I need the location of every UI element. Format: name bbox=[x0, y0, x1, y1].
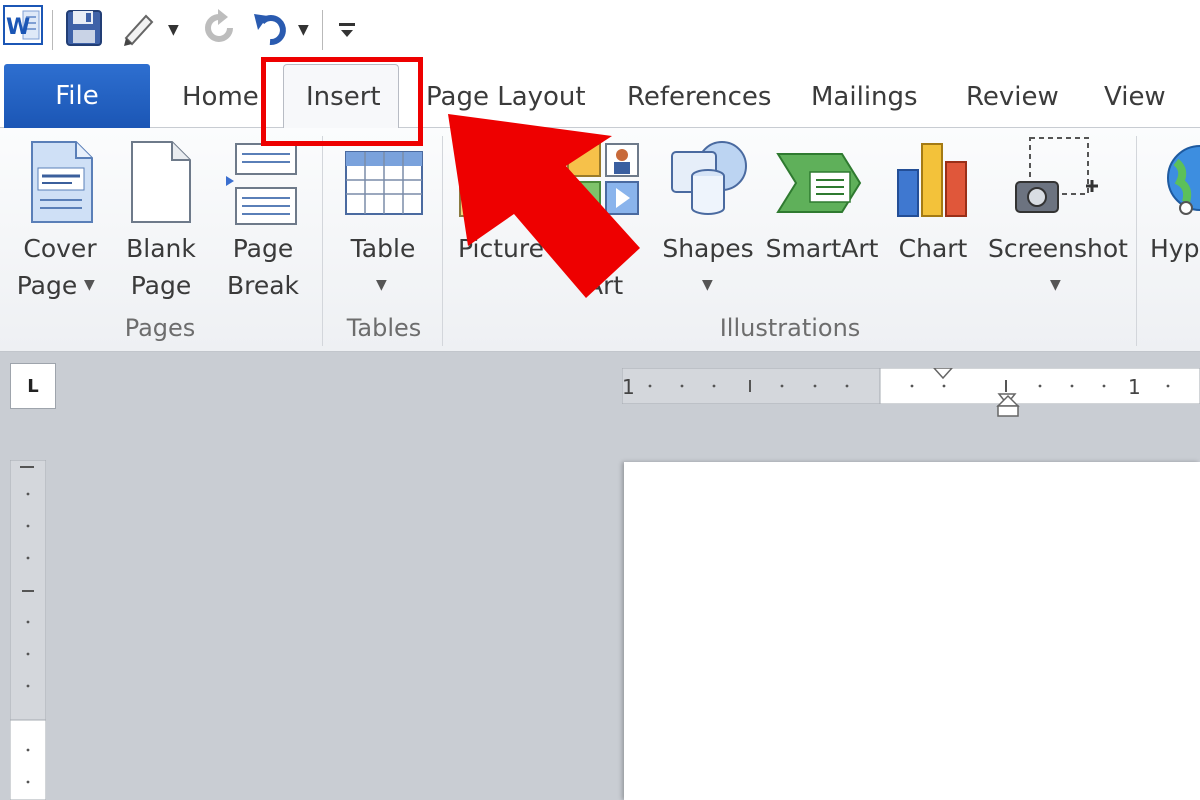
tab-home[interactable]: Home bbox=[182, 82, 259, 112]
qat-separator bbox=[322, 10, 323, 50]
document-area: L 1 1 bbox=[0, 352, 1200, 800]
group-separator bbox=[322, 136, 323, 346]
chart-icon bbox=[897, 143, 967, 217]
blank-page-label-1: Blank bbox=[126, 234, 196, 263]
tab-stop-glyph: L bbox=[27, 375, 39, 397]
blank-page-label-2: Page bbox=[130, 271, 192, 300]
table-label: Table bbox=[350, 234, 416, 263]
tab-review[interactable]: Review bbox=[966, 82, 1059, 112]
cover-page-label-2: Page bbox=[16, 271, 78, 300]
shapes-label: Shapes bbox=[662, 234, 754, 263]
shapes-dropdown-icon: ▼ bbox=[702, 277, 713, 293]
cover-page-label-1: Cover bbox=[23, 234, 97, 263]
smartart-label: SmartArt bbox=[765, 234, 879, 263]
smartart-icon bbox=[776, 153, 862, 213]
shapes-icon bbox=[671, 141, 747, 215]
page-break-icon bbox=[226, 143, 297, 225]
repeat-icon[interactable] bbox=[198, 6, 242, 50]
ruler-number-left: 1 bbox=[622, 375, 635, 399]
undo-dropdown-icon[interactable]: ▼ bbox=[298, 22, 309, 38]
table-dropdown-icon: ▼ bbox=[376, 277, 387, 293]
screenshot-label: Screenshot bbox=[988, 234, 1128, 263]
table-icon bbox=[345, 151, 423, 215]
group-separator bbox=[442, 136, 443, 346]
tab-stop-selector[interactable]: L bbox=[10, 363, 56, 409]
picture-icon bbox=[459, 179, 497, 217]
undo-icon[interactable] bbox=[250, 6, 290, 50]
tab-view[interactable]: View bbox=[1104, 82, 1166, 112]
cover-page-icon bbox=[31, 141, 93, 223]
word-logo-letter: W bbox=[6, 15, 30, 40]
qat-dropdown-icon[interactable]: ▼ bbox=[168, 22, 179, 38]
blank-page-icon bbox=[131, 141, 191, 223]
quick-access-toolbar: W ▼ ▼ bbox=[0, 0, 1200, 58]
tab-references[interactable]: References bbox=[627, 82, 771, 112]
pages-group-label: Pages bbox=[124, 314, 196, 342]
customize-toolbar-icon[interactable] bbox=[334, 16, 360, 44]
word-logo-icon[interactable]: W bbox=[2, 4, 44, 46]
ribbon-tabs: File Home Insert Page Layout References … bbox=[0, 58, 1200, 130]
left-indent-marker[interactable] bbox=[996, 394, 1020, 418]
illustrations-group-label: Illustrations bbox=[719, 314, 861, 342]
cover-page-dropdown-icon: ▼ bbox=[84, 277, 95, 293]
globe-icon bbox=[1167, 145, 1200, 215]
page-break-label-2: Break bbox=[226, 271, 300, 300]
page-break-label-1: Page bbox=[232, 234, 294, 263]
screenshot-dropdown-icon: ▼ bbox=[1050, 277, 1061, 293]
tab-insert[interactable]: Insert bbox=[283, 64, 399, 130]
document-page[interactable] bbox=[624, 462, 1200, 800]
tab-page-layout[interactable]: Page Layout bbox=[426, 82, 586, 112]
tab-insert-label: Insert bbox=[306, 82, 381, 112]
group-separator bbox=[1136, 136, 1137, 346]
qat-separator bbox=[52, 10, 53, 50]
quick-edit-icon[interactable] bbox=[118, 6, 160, 48]
clip-art-label-1: p bbox=[606, 234, 622, 263]
ruler-number-right: 1 bbox=[1128, 375, 1141, 399]
screenshot-icon bbox=[1015, 137, 1098, 213]
chart-label: Chart bbox=[898, 234, 968, 263]
ribbon-insert-panel: Cover Page ▼ Blank Page Page Break Pages bbox=[0, 128, 1200, 352]
save-icon[interactable] bbox=[62, 6, 106, 50]
tab-file[interactable]: File bbox=[4, 64, 150, 128]
clip-art-label-2: Art bbox=[586, 271, 624, 300]
vertical-ruler[interactable] bbox=[10, 460, 46, 800]
horizontal-ruler[interactable]: 1 1 bbox=[622, 368, 1200, 404]
tables-group-label: Tables bbox=[346, 314, 422, 342]
hyperlink-label: Hyp bbox=[1150, 234, 1200, 263]
picture-label: Picture bbox=[458, 234, 544, 263]
clip-art-icon bbox=[567, 143, 639, 215]
tab-mailings[interactable]: Mailings bbox=[811, 82, 918, 112]
